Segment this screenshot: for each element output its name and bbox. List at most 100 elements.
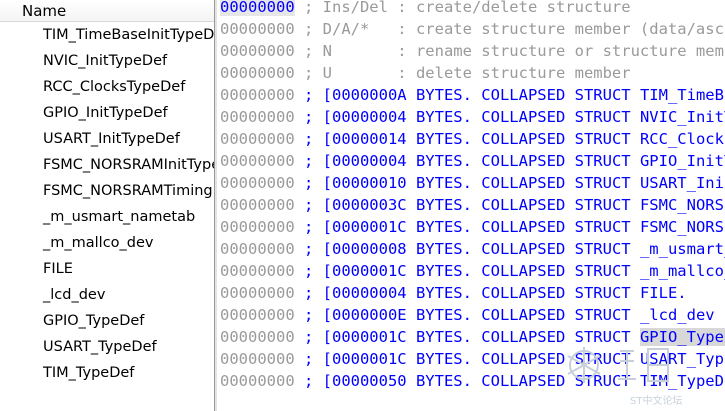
struct-name[interactable]: GPIO_TypeDef <box>639 328 725 346</box>
struct-word: STRUCT <box>565 306 640 324</box>
struct-size: 00000008 <box>331 240 407 258</box>
address: 00000000 <box>220 0 295 16</box>
structure-list-item[interactable]: USART_TypeDef <box>0 334 214 360</box>
address: 00000000 <box>220 20 295 38</box>
address: 00000000 <box>220 86 295 104</box>
structure-list: TIM_TimeBaseInitTypeDef NVIC_InitTypeDef R… <box>0 22 214 386</box>
struct-word: STRUCT <box>565 240 640 258</box>
struct-size: 00000010 <box>331 174 407 192</box>
structure-list-item[interactable]: FSMC_NORSRAMInitTypeDef <box>0 152 214 178</box>
help-comment-line[interactable]: 00000000 ; U : delete structure member <box>220 62 725 84</box>
collapsed-word: COLLAPSED <box>471 108 566 126</box>
struct-name[interactable]: FSMC_NORSRAMInitTypeDef <box>640 196 725 214</box>
comment-marker: ; [ <box>294 350 332 368</box>
structure-list-item[interactable]: _m_usmart_nametab <box>0 204 214 230</box>
help-comment-text: ; D/A/* : create structure member (data/… <box>303 20 725 38</box>
struct-size: 0000001C <box>331 350 407 368</box>
struct-size: 00000004 <box>331 284 407 302</box>
collapsed-struct-line[interactable]: 00000000 ; [00000004 BYTES. COLLAPSED ST… <box>220 282 725 304</box>
structure-list-item[interactable]: TIM_TimeBaseInitTypeDef <box>0 22 214 48</box>
struct-word: STRUCT <box>565 262 640 280</box>
structure-list-item[interactable]: GPIO_InitTypeDef <box>0 100 214 126</box>
help-comment-line[interactable]: 00000000 ; Ins/Del : create/delete struc… <box>220 0 725 18</box>
structure-list-item[interactable]: TIM_TypeDef <box>0 360 214 386</box>
struct-name[interactable]: _m_usmart_nametab <box>640 240 725 258</box>
struct-word: STRUCT <box>565 86 640 104</box>
comment-marker: ; [ <box>294 108 332 126</box>
collapsed-struct-line[interactable]: 00000000 ; [00000050 BYTES. COLLAPSED ST… <box>220 370 725 392</box>
collapsed-struct-line[interactable]: 00000000 ; [00000008 BYTES. COLLAPSED ST… <box>220 238 725 260</box>
help-comment-text: ; Ins/Del : create/delete structure <box>294 0 631 16</box>
structure-list-item[interactable]: GPIO_TypeDef <box>0 308 214 334</box>
bytes-word: BYTES. <box>406 284 472 302</box>
structure-list-item[interactable]: _lcd_dev <box>0 282 214 308</box>
struct-size: 0000000A <box>331 86 407 104</box>
comment-marker: ; [ <box>294 174 332 192</box>
structure-list-item[interactable]: RCC_ClocksTypeDef <box>0 74 214 100</box>
structure-list-item[interactable]: FILE <box>0 256 214 282</box>
comment-marker: ; [ <box>294 152 332 170</box>
collapsed-struct-line[interactable]: 00000000 ; [0000001C BYTES. COLLAPSED ST… <box>220 260 725 282</box>
struct-name[interactable]: TIM_TimeBaseInitTypeDef <box>640 86 725 104</box>
struct-size: 0000003C <box>331 196 407 214</box>
struct-word: STRUCT <box>565 196 640 214</box>
collapsed-word: COLLAPSED <box>471 262 566 280</box>
address: 00000000 <box>220 240 295 258</box>
comment-marker: ; [ <box>294 372 332 390</box>
structure-list-item[interactable]: NVIC_InitTypeDef <box>0 48 214 74</box>
collapsed-struct-line[interactable]: 00000000 ; [0000001C BYTES. COLLAPSED ST… <box>220 216 725 238</box>
address: 00000000 <box>220 174 295 192</box>
collapsed-word: COLLAPSED <box>471 328 566 346</box>
comment-marker: ; [ <box>294 86 332 104</box>
help-comment-line[interactable]: 00000000 ; D/A/* : create structure memb… <box>220 18 725 40</box>
struct-name[interactable]: _lcd_dev <box>640 306 715 324</box>
struct-word: STRUCT <box>565 108 640 126</box>
collapsed-struct-line[interactable]: 00000000 ; [00000004 BYTES. COLLAPSED ST… <box>220 106 725 128</box>
bytes-word: BYTES. <box>406 196 472 214</box>
bytes-word: BYTES. <box>406 130 472 148</box>
bytes-word: BYTES. <box>406 108 472 126</box>
struct-name[interactable]: FILE. <box>640 284 687 302</box>
watermark-text: ST中文论坛 <box>630 396 683 407</box>
struct-name[interactable]: USART_InitTypeDef <box>640 174 725 192</box>
comment-marker: ; [ <box>294 130 332 148</box>
struct-size: 0000001C <box>331 262 407 280</box>
structures-view[interactable]: 00000000 ; Ins/Del : create/delete struc… <box>217 0 725 411</box>
struct-size: 00000004 <box>331 108 407 126</box>
collapsed-struct-line[interactable]: 00000000 ; [00000004 BYTES. COLLAPSED ST… <box>220 150 725 172</box>
comment-marker: ; [ <box>294 262 332 280</box>
struct-word: STRUCT <box>565 284 640 302</box>
collapsed-struct-line[interactable]: 00000000 ; [00000014 BYTES. COLLAPSED ST… <box>220 128 725 150</box>
struct-name[interactable]: _m_mallco_dev <box>640 262 725 280</box>
comment-marker: ; [ <box>294 328 332 346</box>
structure-list-item[interactable]: USART_InitTypeDef <box>0 126 214 152</box>
address: 00000000 <box>220 130 295 148</box>
collapsed-word: COLLAPSED <box>471 130 566 148</box>
collapsed-struct-line[interactable]: 00000000 ; [0000001C BYTES. COLLAPSED ST… <box>220 326 725 348</box>
struct-word: STRUCT <box>565 372 640 390</box>
address: 00000000 <box>220 350 295 368</box>
struct-name[interactable]: RCC_ClocksTypeDef <box>640 130 725 148</box>
struct-name[interactable]: GPIO_InitTypeDef <box>640 152 725 170</box>
collapsed-struct-line[interactable]: 00000000 ; [0000001C BYTES. COLLAPSED ST… <box>220 348 725 370</box>
collapsed-word: COLLAPSED <box>471 218 566 236</box>
struct-name[interactable]: NVIC_InitTypeDef <box>640 108 725 126</box>
struct-word: STRUCT <box>565 218 640 236</box>
structure-list-item[interactable]: _m_mallco_dev <box>0 230 214 256</box>
comment-marker: ; [ <box>294 306 332 324</box>
struct-name[interactable]: USART_TypeDef <box>640 350 725 368</box>
collapsed-struct-line[interactable]: 00000000 ; [0000000E BYTES. COLLAPSED ST… <box>220 304 725 326</box>
collapsed-struct-line[interactable]: 00000000 ; [00000010 BYTES. COLLAPSED ST… <box>220 172 725 194</box>
address: 00000000 <box>220 306 295 324</box>
help-comment-line[interactable]: 00000000 ; N : rename structure or struc… <box>220 40 725 62</box>
collapsed-word: COLLAPSED <box>471 350 566 368</box>
collapsed-struct-line[interactable]: 00000000 ; [0000003C BYTES. COLLAPSED ST… <box>220 194 725 216</box>
structure-list-item[interactable]: FSMC_NORSRAMTimingInitTypeDef <box>0 178 214 204</box>
collapsed-word: COLLAPSED <box>471 240 566 258</box>
struct-name[interactable]: TIM_TypeDef <box>640 372 725 390</box>
struct-name[interactable]: FSMC_NORSRAMTimingInitTypeDef <box>640 218 725 236</box>
name-column-header[interactable]: Name <box>0 0 214 22</box>
collapsed-struct-line[interactable]: 00000000 ; [0000000A BYTES. COLLAPSED ST… <box>220 84 725 106</box>
structures-list-pane: Name TIM_TimeBaseInitTypeDef NVIC_InitTyp… <box>0 0 214 411</box>
address: 00000000 <box>220 262 295 280</box>
